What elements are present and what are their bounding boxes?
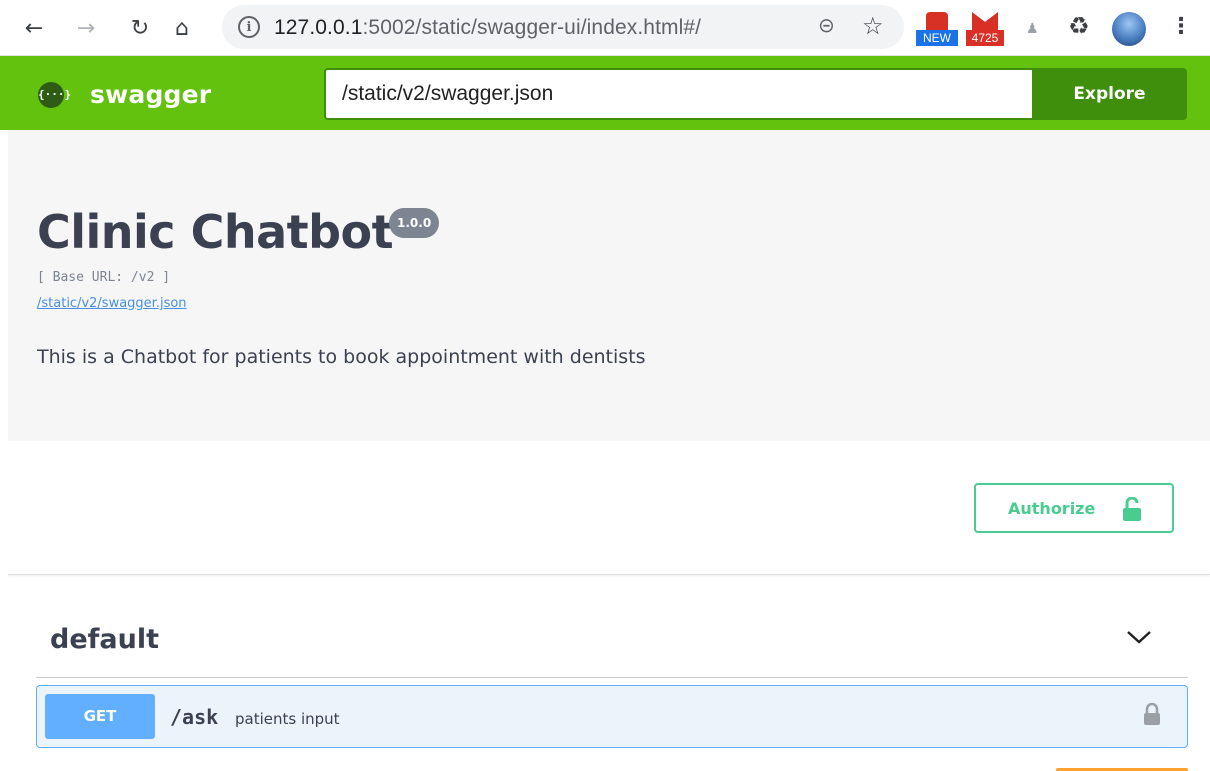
puzzle-icon[interactable]: ♻ bbox=[1068, 12, 1090, 40]
info-icon[interactable]: i bbox=[238, 16, 260, 38]
swagger-logo-icon[interactable]: {···} bbox=[38, 82, 72, 108]
extension-new-graphic bbox=[926, 12, 948, 30]
back-arrow-icon[interactable]: ← bbox=[18, 12, 50, 44]
menu-icon[interactable]: ⋮ bbox=[1170, 14, 1192, 39]
url-text[interactable]: 127.0.0.1:5002/static/swagger-ui/index.h… bbox=[274, 16, 701, 40]
extension-new-label: NEW bbox=[916, 30, 958, 46]
url-host: 127.0.0.1 bbox=[274, 16, 363, 39]
zoom-icon[interactable]: ⊝ bbox=[818, 13, 835, 37]
info-section bbox=[8, 130, 1210, 441]
swagger-logo-glyph: {···} bbox=[38, 88, 72, 101]
extension-mail-icon[interactable]: 4725 bbox=[964, 12, 1008, 46]
address-bar[interactable]: i 127.0.0.1:5002/static/swagger-ui/index… bbox=[222, 5, 904, 49]
method-badge: GET bbox=[45, 694, 155, 739]
profile-avatar[interactable] bbox=[1112, 12, 1146, 46]
version-badge: 1.0.0 bbox=[389, 208, 440, 238]
authorize-button[interactable]: Authorize bbox=[974, 483, 1174, 533]
forward-arrow-icon[interactable]: → bbox=[70, 12, 102, 44]
reload-icon[interactable]: ↻ bbox=[124, 12, 156, 44]
operation-summary: patients input bbox=[235, 710, 340, 728]
operation-get-ask[interactable]: GET /ask patients input bbox=[36, 685, 1188, 748]
url-path: :5002/static/swagger-ui/index.html#/ bbox=[362, 16, 702, 39]
tag-title-default[interactable]: default bbox=[50, 624, 159, 655]
base-url: [ Base URL: /v2 ] bbox=[37, 270, 171, 285]
lock-icon[interactable] bbox=[1143, 702, 1161, 726]
mail-count-badge: 4725 bbox=[966, 30, 1004, 46]
home-icon[interactable]: ⌂ bbox=[166, 12, 198, 44]
star-icon[interactable]: ☆ bbox=[862, 12, 884, 40]
authorize-label: Authorize bbox=[1008, 499, 1096, 518]
spec-link[interactable]: /static/v2/swagger.json bbox=[37, 296, 187, 311]
unlock-icon bbox=[1123, 497, 1141, 521]
extension-person-icon[interactable]: ♟ bbox=[1026, 20, 1039, 37]
mail-envelope-icon bbox=[972, 12, 998, 30]
tag-underline bbox=[36, 677, 1188, 678]
explore-button[interactable]: Explore bbox=[1032, 68, 1187, 120]
page-title: Clinic Chatbot bbox=[37, 205, 394, 259]
section-divider bbox=[8, 574, 1210, 575]
swagger-logo-text[interactable]: swagger bbox=[90, 80, 211, 109]
operation-path: /ask bbox=[170, 705, 219, 729]
api-description: This is a Chatbot for patients to book a… bbox=[37, 346, 646, 368]
spec-url-input[interactable]: /static/v2/swagger.json bbox=[324, 68, 1032, 120]
chevron-down-icon[interactable] bbox=[1126, 628, 1152, 646]
extension-new-icon[interactable]: NEW bbox=[914, 12, 960, 46]
browser-toolbar: ← → ↻ ⌂ i 127.0.0.1:5002/static/swagger-… bbox=[0, 0, 1210, 56]
swagger-topbar: {···} swagger /static/v2/swagger.json Ex… bbox=[0, 56, 1210, 130]
